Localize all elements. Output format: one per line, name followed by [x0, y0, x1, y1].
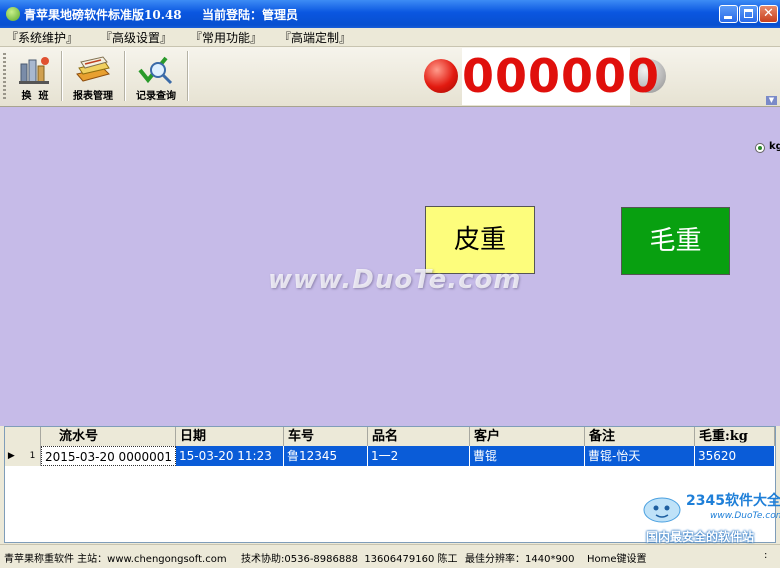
- weight-display-panel: 000000: [462, 48, 661, 105]
- shift-change-button[interactable]: 换 班: [10, 50, 60, 104]
- toolbar-separator: [187, 51, 189, 101]
- toolbar-overflow-icon[interactable]: ▼: [766, 96, 777, 105]
- title-bar: 青苹果地磅软件标准版10.48 当前登陆：管理员 ✕: [0, 0, 780, 28]
- weight-display: 000000: [462, 49, 661, 103]
- status-resolution: 最佳分辨率：1440*900: [465, 554, 575, 565]
- column-product[interactable]: 品名: [368, 427, 470, 446]
- toolbar-separator: [124, 51, 126, 101]
- logo-brand: 2345软件大全: [686, 493, 780, 509]
- close-icon: ✕: [763, 6, 774, 21]
- column-serial[interactable]: 流水号: [41, 427, 176, 446]
- grid-corner: [5, 427, 41, 446]
- close-button[interactable]: ✕: [759, 5, 778, 23]
- logo-site: www.DuoTe.com: [710, 511, 780, 521]
- cell-product[interactable]: 1一2: [368, 446, 470, 466]
- window-title: 青苹果地磅软件标准版10.48: [24, 8, 182, 22]
- records-grid: 流水号 日期 车号 品名 客户 备注 毛重:kg ▶ 1 2015-03-20 …: [4, 426, 776, 543]
- record-query-button[interactable]: 记录查询: [127, 50, 185, 104]
- cell-gross-weight[interactable]: 35620: [695, 446, 775, 466]
- cell-serial[interactable]: 2015-03-20 0000001: [41, 446, 176, 466]
- logo-slogan: 国内最安全的软件站: [646, 530, 755, 544]
- menu-custom[interactable]: 『高端定制』: [279, 29, 351, 46]
- column-plate[interactable]: 车号: [284, 427, 368, 446]
- row-number: 1: [29, 451, 36, 461]
- shift-change-label: 换 班: [21, 91, 49, 102]
- report-books-icon: [76, 56, 110, 82]
- kg-radio-button[interactable]: [755, 143, 765, 153]
- column-gross-weight[interactable]: 毛重:kg: [695, 427, 775, 446]
- status-home-key: Home键设置: [587, 554, 647, 565]
- toolbar-separator: [61, 51, 63, 101]
- red-status-lamp: [424, 59, 458, 93]
- row-indicator: ▶ 1: [5, 446, 41, 466]
- cell-remark[interactable]: 曹锟-怡天: [585, 446, 695, 466]
- menu-bar: 『系统维护』 『高级设置』 『常用功能』 『高端定制』: [0, 28, 780, 47]
- login-status: 当前登陆：管理员: [202, 8, 299, 22]
- column-date[interactable]: 日期: [176, 427, 284, 446]
- cell-customer[interactable]: 曹锟: [470, 446, 585, 466]
- minimize-icon: [724, 16, 732, 19]
- shift-change-icon: [19, 57, 49, 84]
- menu-common-functions[interactable]: 『常用功能』: [190, 29, 262, 46]
- menu-system-maintenance[interactable]: 『系统维护』: [6, 29, 78, 46]
- status-app-info: 青苹果称重软件 主站：www.chengongsoft.com: [4, 554, 227, 565]
- menu-advanced-settings[interactable]: 『高级设置』: [100, 29, 172, 46]
- grid-header: 流水号 日期 车号 品名 客户 备注 毛重:kg: [5, 427, 775, 447]
- tare-weight-button[interactable]: 皮重: [425, 206, 535, 274]
- cell-date[interactable]: 15-03-20 11:23: [176, 446, 284, 466]
- status-support: 技术协助:0536-8986888 13606479160 陈工: [241, 554, 458, 565]
- record-query-label: 记录查询: [136, 91, 176, 102]
- minimize-button[interactable]: [719, 5, 738, 23]
- radio-dot: [758, 146, 762, 150]
- maximize-icon: [744, 9, 753, 18]
- status-indicator: :: [764, 550, 768, 561]
- toolbar-grip[interactable]: [3, 53, 6, 101]
- watermark-text: www.DuoTe.com: [268, 265, 522, 295]
- table-row[interactable]: ▶ 1 2015-03-20 0000001 15-03-20 11:23 鲁1…: [5, 446, 775, 466]
- cell-plate[interactable]: 鲁12345: [284, 446, 368, 466]
- maximize-button[interactable]: [739, 5, 758, 23]
- status-bar: 青苹果称重软件 主站：www.chengongsoft.com 技术协助:053…: [0, 544, 780, 568]
- toolbar: 换 班 报表管理 记录查询: [0, 47, 780, 107]
- column-customer[interactable]: 客户: [470, 427, 585, 446]
- cloud-mascot-icon: [643, 497, 681, 523]
- report-management-button[interactable]: 报表管理: [64, 50, 122, 104]
- gross-weight-button[interactable]: 毛重: [621, 207, 730, 275]
- report-management-label: 报表管理: [73, 91, 113, 102]
- apple-app-icon: [6, 7, 20, 21]
- record-search-icon: [138, 56, 173, 85]
- column-remark[interactable]: 备注: [585, 427, 695, 446]
- kg-unit-label: kg: [769, 141, 780, 152]
